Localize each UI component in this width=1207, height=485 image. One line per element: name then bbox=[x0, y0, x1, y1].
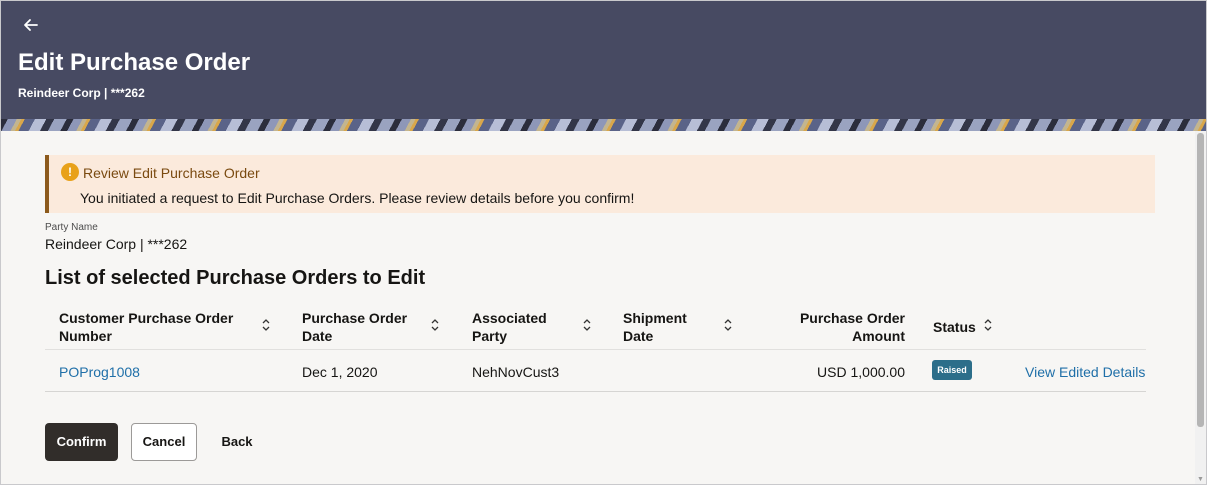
column-header-associated-party[interactable]: Associated Party bbox=[472, 309, 547, 345]
review-alert: ! Review Edit Purchase Order You initiat… bbox=[45, 155, 1155, 213]
scrollbar-thumb[interactable] bbox=[1197, 133, 1204, 427]
sort-icon[interactable] bbox=[430, 318, 440, 332]
column-header-label: Shipment bbox=[623, 310, 687, 326]
main-content: ! Review Edit Purchase Order You initiat… bbox=[2, 131, 1195, 484]
column-header-label: Party bbox=[472, 328, 508, 344]
party-name-value: Reindeer Corp | ***262 bbox=[45, 236, 188, 252]
column-header-label: Associated bbox=[472, 310, 547, 326]
column-header-label: Amount bbox=[852, 328, 905, 344]
info-icon: ! bbox=[61, 163, 79, 181]
sort-icon[interactable] bbox=[983, 318, 993, 332]
table-header-divider bbox=[45, 349, 1146, 350]
column-header-label: Number bbox=[59, 328, 112, 344]
vertical-scrollbar[interactable]: ▼ bbox=[1195, 131, 1206, 484]
po-date-cell: Dec 1, 2020 bbox=[302, 364, 378, 380]
column-header-label: Date bbox=[302, 328, 333, 344]
column-header-label: Date bbox=[623, 328, 654, 344]
cancel-button[interactable]: Cancel bbox=[131, 423, 197, 461]
status-badge: Raised bbox=[932, 360, 972, 380]
page-title: Edit Purchase Order bbox=[18, 49, 251, 76]
arrow-left-icon[interactable] bbox=[23, 15, 43, 35]
column-header-shipment-date[interactable]: Shipment Date bbox=[623, 309, 687, 345]
sort-icon[interactable] bbox=[261, 318, 271, 332]
page-subtitle: Reindeer Corp | ***262 bbox=[18, 86, 145, 100]
sort-icon[interactable] bbox=[723, 318, 733, 332]
column-header-po-date[interactable]: Purchase Order Date bbox=[302, 309, 407, 345]
alert-title: Review Edit Purchase Order bbox=[83, 165, 260, 181]
column-header-label: Purchase Order bbox=[799, 310, 905, 326]
column-header-label: Customer Purchase Order bbox=[59, 310, 234, 326]
column-header-po-number[interactable]: Customer Purchase Order Number bbox=[59, 309, 233, 345]
column-header-status[interactable]: Status bbox=[933, 318, 976, 336]
amount-cell: USD 1,000.00 bbox=[817, 364, 905, 380]
back-button[interactable]: Back bbox=[214, 423, 260, 461]
confirm-button[interactable]: Confirm bbox=[45, 423, 118, 461]
table-row-divider bbox=[45, 391, 1146, 392]
associated-party-cell: NehNovCust3 bbox=[472, 364, 560, 380]
alert-message: You initiated a request to Edit Purchase… bbox=[80, 190, 635, 206]
column-header-amount[interactable]: Purchase Order Amount bbox=[765, 309, 905, 345]
column-header-label: Purchase Order bbox=[302, 310, 408, 326]
po-number-link[interactable]: POProg1008 bbox=[59, 364, 140, 380]
scroll-down-icon[interactable]: ▼ bbox=[1197, 476, 1204, 483]
party-name-label: Party Name bbox=[45, 222, 98, 233]
app-window: Edit Purchase Order Reindeer Corp | ***2… bbox=[0, 0, 1207, 485]
sort-icon[interactable] bbox=[582, 318, 592, 332]
decorative-banner bbox=[1, 119, 1206, 131]
list-title: List of selected Purchase Orders to Edit bbox=[45, 267, 426, 289]
view-edited-details-link[interactable]: View Edited Details bbox=[1025, 364, 1145, 380]
page-header: Edit Purchase Order Reindeer Corp | ***2… bbox=[1, 1, 1206, 119]
